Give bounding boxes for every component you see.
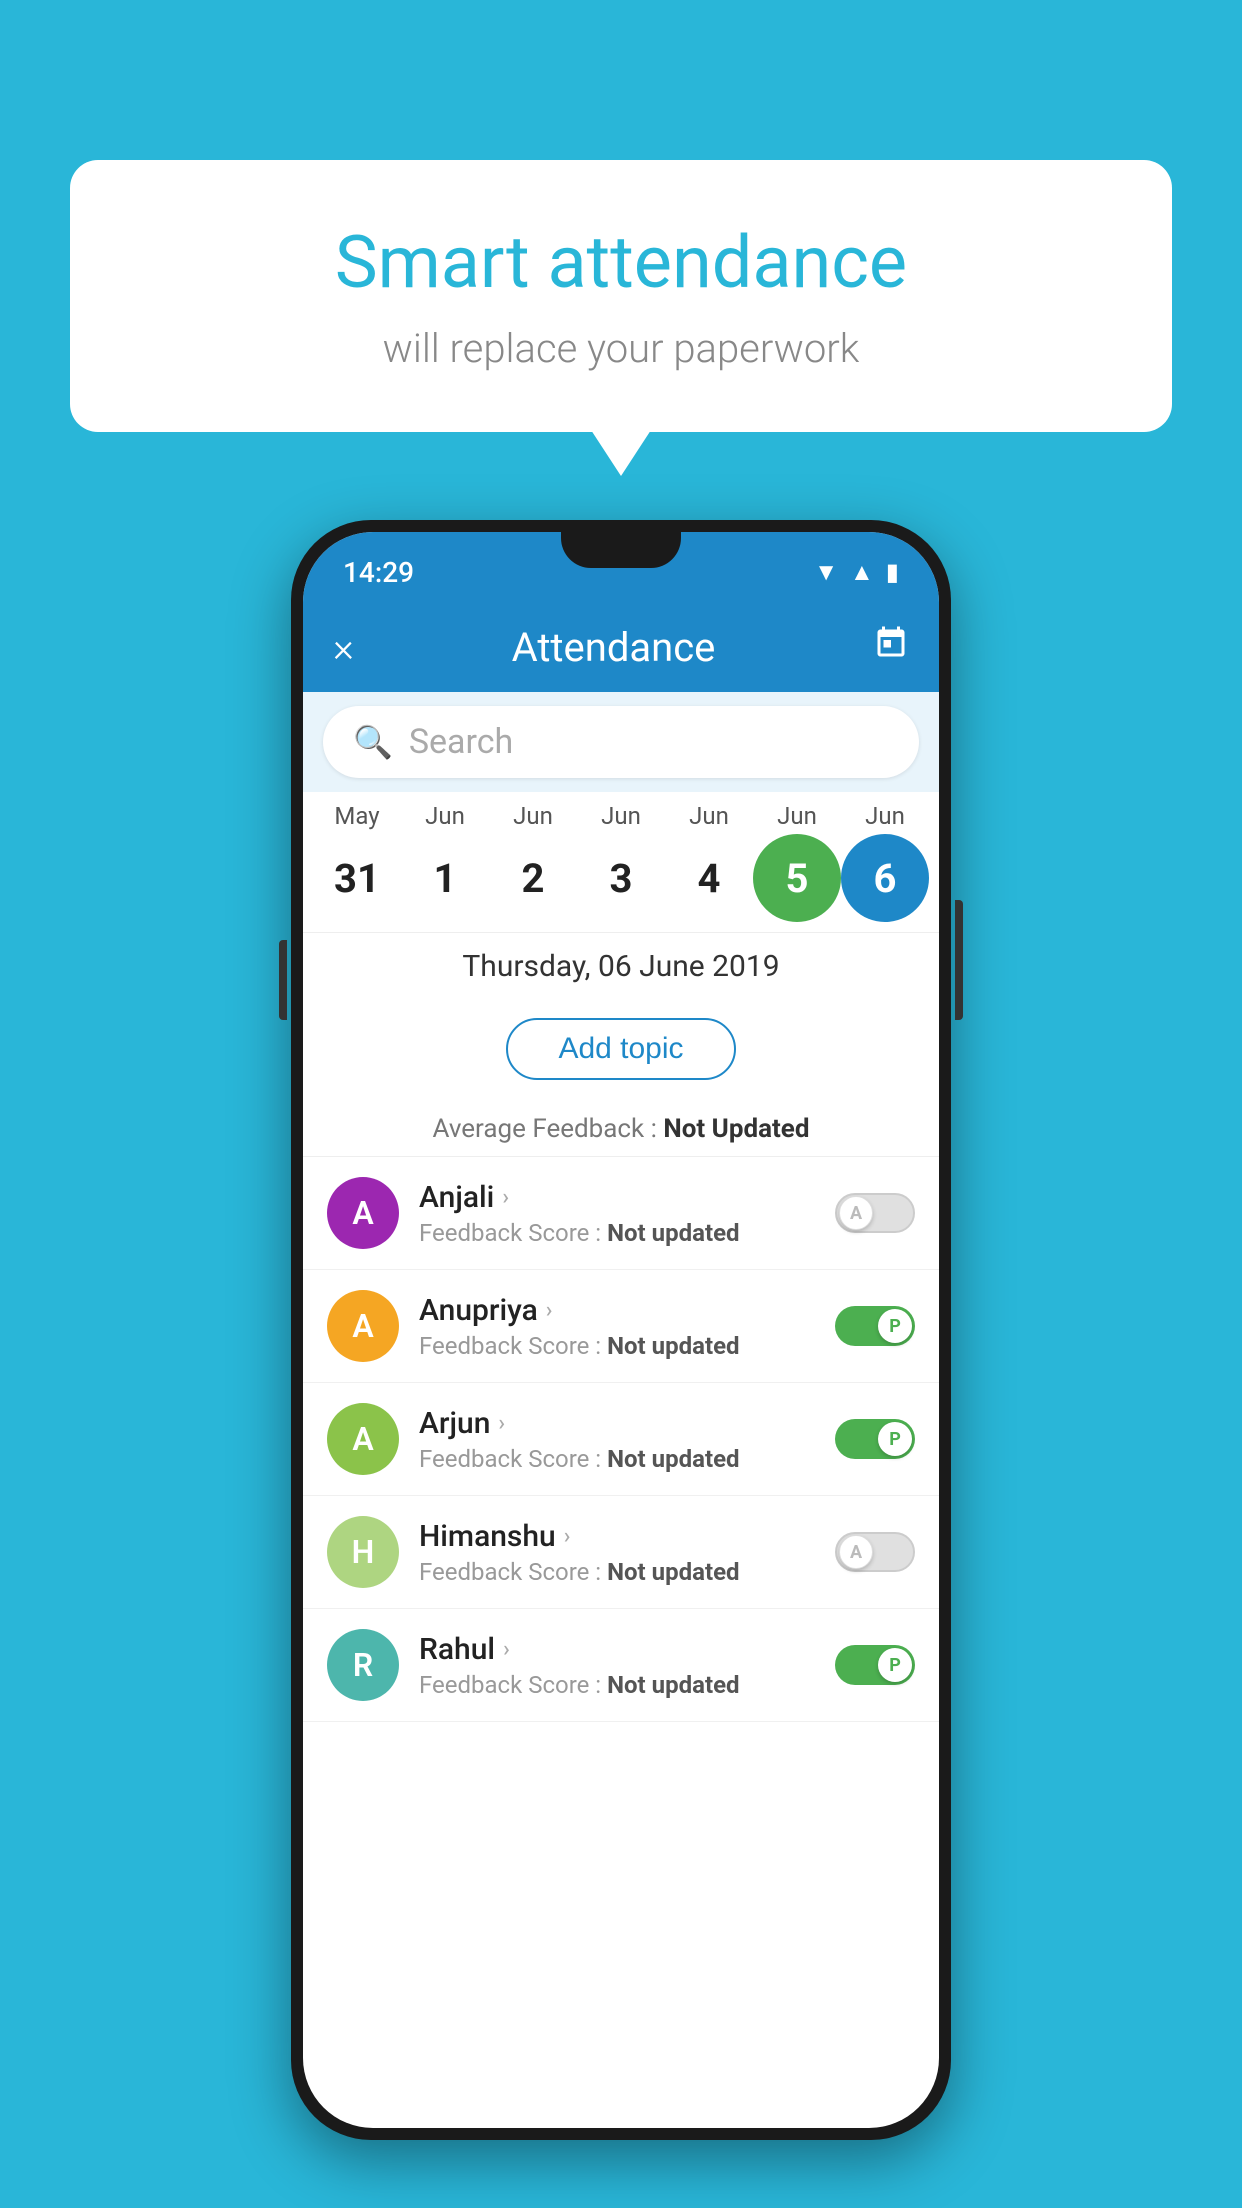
toggle-knob: A: [839, 1196, 873, 1230]
student-info: Himanshu › Feedback Score : Not updated: [419, 1519, 835, 1586]
attendance-toggle[interactable]: P: [835, 1306, 915, 1346]
toggle-knob: A: [839, 1535, 873, 1569]
student-item: A Anjali › Feedback Score : Not updated …: [303, 1157, 939, 1270]
student-score: Feedback Score : Not updated: [419, 1219, 835, 1247]
student-info: Rahul › Feedback Score : Not updated: [419, 1632, 835, 1699]
student-list: A Anjali › Feedback Score : Not updated …: [303, 1157, 939, 1722]
phone-screen: 14:29 ▼ ▲ ▮ × Attendance: [303, 532, 939, 2128]
chevron-right-icon: ›: [502, 1185, 509, 1210]
cal-day-6[interactable]: 6: [841, 834, 929, 922]
student-name[interactable]: Anupriya ›: [419, 1293, 835, 1328]
student-avatar: A: [327, 1403, 399, 1475]
calendar-months: May Jun Jun Jun Jun Jun Jun: [303, 802, 939, 830]
chevron-right-icon: ›: [498, 1411, 505, 1436]
cal-month-4: Jun: [665, 802, 753, 830]
cal-month-3: Jun: [577, 802, 665, 830]
calendar-strip: May Jun Jun Jun Jun Jun Jun 31 1 2 3 4 5…: [303, 792, 939, 932]
cal-day-5[interactable]: 5: [753, 834, 841, 922]
student-score: Feedback Score : Not updated: [419, 1671, 835, 1699]
phone-outer: 14:29 ▼ ▲ ▮ × Attendance: [291, 520, 951, 2140]
search-container: 🔍 Search: [303, 692, 939, 792]
search-bar[interactable]: 🔍 Search: [323, 706, 919, 778]
student-name[interactable]: Himanshu ›: [419, 1519, 835, 1554]
speech-bubble: Smart attendance will replace your paper…: [70, 160, 1172, 432]
status-time: 14:29: [343, 556, 414, 589]
chevron-right-icon: ›: [546, 1298, 553, 1323]
cal-day-0[interactable]: 31: [313, 834, 401, 922]
search-input[interactable]: Search: [409, 722, 513, 762]
status-icons: ▼ ▲ ▮: [814, 558, 899, 587]
chevron-right-icon: ›: [564, 1524, 571, 1549]
toggle-knob: P: [878, 1648, 912, 1682]
student-info: Arjun › Feedback Score : Not updated: [419, 1406, 835, 1473]
attendance-toggle[interactable]: A: [835, 1532, 915, 1572]
student-avatar: A: [327, 1290, 399, 1362]
date-info: Thursday, 06 June 2019: [303, 932, 939, 992]
add-topic-button[interactable]: Add topic: [506, 1018, 735, 1080]
attendance-toggle[interactable]: P: [835, 1419, 915, 1459]
search-icon: 🔍: [353, 723, 393, 761]
cal-day-4[interactable]: 4: [665, 834, 753, 922]
student-item: H Himanshu › Feedback Score : Not update…: [303, 1496, 939, 1609]
student-name[interactable]: Rahul ›: [419, 1632, 835, 1667]
cal-day-2[interactable]: 2: [489, 834, 577, 922]
student-info: Anjali › Feedback Score : Not updated: [419, 1180, 835, 1247]
student-item: R Rahul › Feedback Score : Not updated P: [303, 1609, 939, 1722]
cal-month-2: Jun: [489, 802, 577, 830]
phone-notch: [561, 532, 681, 568]
calendar-icon[interactable]: [873, 625, 909, 670]
student-name[interactable]: Arjun ›: [419, 1406, 835, 1441]
avg-feedback: Average Feedback : Not Updated: [303, 1106, 939, 1157]
student-avatar: H: [327, 1516, 399, 1588]
phone-wrapper: 14:29 ▼ ▲ ▮ × Attendance: [291, 520, 951, 2140]
wifi-icon: ▼: [814, 558, 838, 587]
toggle-knob: P: [878, 1422, 912, 1456]
close-button[interactable]: ×: [333, 624, 354, 671]
toggle-knob: P: [878, 1309, 912, 1343]
student-info: Anupriya › Feedback Score : Not updated: [419, 1293, 835, 1360]
cal-month-5: Jun: [753, 802, 841, 830]
signal-icon: ▲: [850, 558, 874, 587]
header-title: Attendance: [512, 624, 716, 671]
cal-month-1: Jun: [401, 802, 489, 830]
student-item: A Anupriya › Feedback Score : Not update…: [303, 1270, 939, 1383]
app-header: × Attendance: [303, 602, 939, 692]
student-name[interactable]: Anjali ›: [419, 1180, 835, 1215]
attendance-toggle[interactable]: A: [835, 1193, 915, 1233]
date-label: Thursday, 06 June 2019: [303, 949, 939, 984]
bubble-title: Smart attendance: [150, 220, 1092, 305]
chevron-right-icon: ›: [503, 1637, 510, 1662]
attendance-toggle[interactable]: P: [835, 1645, 915, 1685]
calendar-days: 31 1 2 3 4 5 6: [303, 834, 939, 922]
student-score: Feedback Score : Not updated: [419, 1332, 835, 1360]
student-score: Feedback Score : Not updated: [419, 1558, 835, 1586]
speech-bubble-container: Smart attendance will replace your paper…: [70, 160, 1172, 432]
student-item: A Arjun › Feedback Score : Not updated P: [303, 1383, 939, 1496]
student-avatar: A: [327, 1177, 399, 1249]
bubble-subtitle: will replace your paperwork: [150, 325, 1092, 372]
avg-feedback-label: Average Feedback :: [433, 1114, 664, 1144]
student-avatar: R: [327, 1629, 399, 1701]
cal-day-1[interactable]: 1: [401, 834, 489, 922]
cal-month-0: May: [313, 802, 401, 830]
avg-feedback-value: Not Updated: [663, 1114, 809, 1144]
cal-day-3[interactable]: 3: [577, 834, 665, 922]
student-score: Feedback Score : Not updated: [419, 1445, 835, 1473]
cal-month-6: Jun: [841, 802, 929, 830]
battery-icon: ▮: [886, 558, 899, 586]
